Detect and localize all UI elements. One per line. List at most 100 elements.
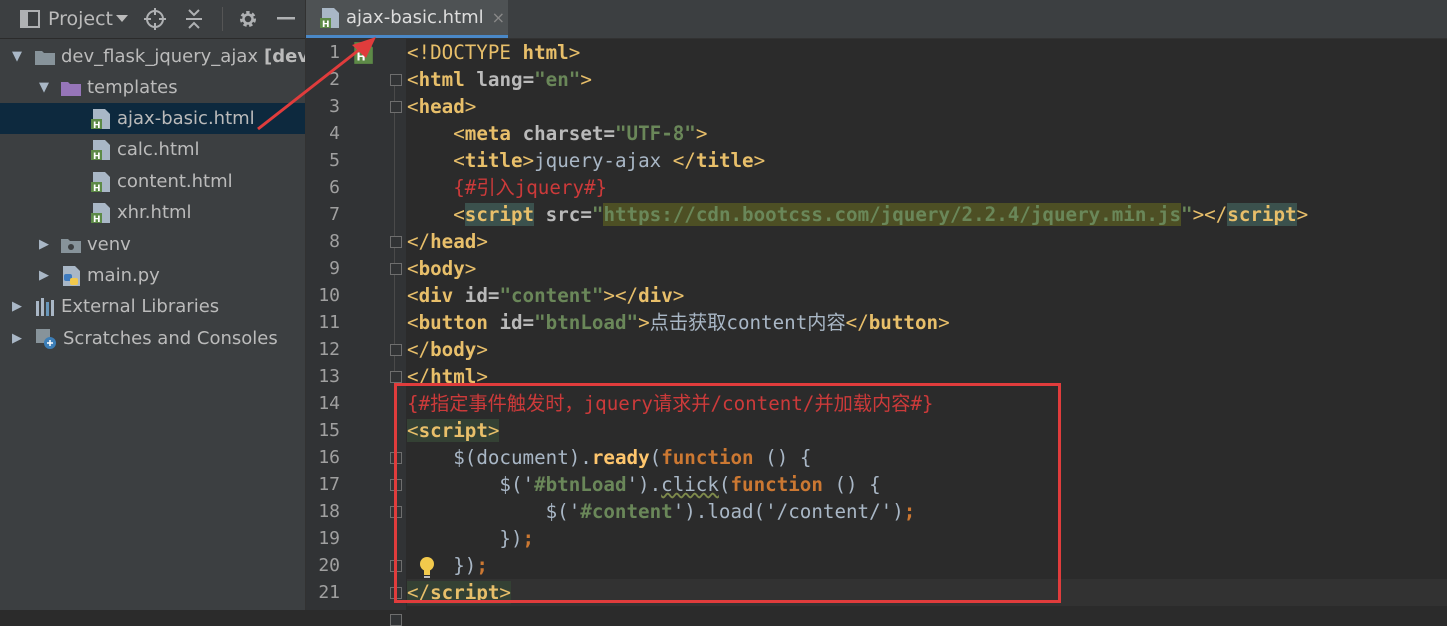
code-token: ). bbox=[568, 446, 592, 469]
tree-item-templates[interactable]: ▼ templates bbox=[0, 72, 305, 103]
line-number: 19 bbox=[318, 528, 340, 549]
project-icon[interactable] bbox=[20, 10, 40, 28]
collapsed-arrow-icon[interactable]: ▶ bbox=[37, 268, 51, 283]
code-line-3: <head> bbox=[407, 93, 1447, 120]
gear-icon[interactable] bbox=[237, 8, 259, 30]
code-token: id bbox=[464, 284, 488, 307]
code-token: < bbox=[407, 257, 419, 280]
tree-item-scratches-and-consoles[interactable]: ▶ Scratches and Consoles bbox=[0, 323, 305, 354]
tree-item-main-py[interactable]: ▶ main.py bbox=[0, 260, 305, 291]
fold-marker-icon[interactable] bbox=[390, 344, 402, 356]
fold-marker-icon[interactable] bbox=[390, 101, 402, 113]
code-token: < bbox=[453, 122, 465, 145]
code-token: </ bbox=[614, 284, 639, 307]
tree-item-dev-flask-jquery-ajax[interactable]: ▼ dev_flask_jquery_ajax [dev_f bbox=[0, 41, 305, 72]
fold-marker-icon[interactable] bbox=[390, 479, 402, 491]
code-token: = bbox=[580, 203, 592, 226]
project-toolbar: Project bbox=[0, 0, 305, 39]
code-token[interactable]: https://cdn.bootcss.com/jquery/2.2.4/jqu… bbox=[603, 203, 1182, 226]
line-number: 4 bbox=[329, 123, 340, 144]
tree-item-calc-html[interactable]: H calc.html bbox=[0, 134, 305, 165]
minimize-icon[interactable] bbox=[277, 17, 296, 21]
close-icon[interactable]: × bbox=[492, 8, 505, 27]
tree-item-branch: [dev_f bbox=[264, 46, 305, 67]
fold-marker-icon[interactable] bbox=[390, 263, 402, 275]
code-token: html bbox=[430, 365, 477, 388]
code-token: > bbox=[753, 149, 766, 172]
line-number: 8 bbox=[329, 231, 340, 252]
project-view-label[interactable]: Project bbox=[48, 8, 113, 30]
fold-marker-icon[interactable] bbox=[390, 587, 402, 599]
tree-item-label: templates bbox=[87, 77, 178, 98]
code-token: < bbox=[407, 284, 419, 307]
line-number: 16 bbox=[318, 447, 340, 468]
line-number: 15 bbox=[318, 420, 340, 441]
fold-marker-icon[interactable] bbox=[390, 236, 402, 248]
code-token: "btnLoad" bbox=[534, 311, 639, 334]
code-line-11: <button id="btnLoad">点击获取content内容</butt… bbox=[407, 309, 1447, 336]
expanded-arrow-icon[interactable]: ▼ bbox=[10, 49, 24, 64]
tree-item-external-libraries[interactable]: ▶ External Libraries bbox=[0, 291, 305, 322]
tree-item-content-html[interactable]: H content.html bbox=[0, 166, 305, 197]
tree-item-venv[interactable]: ▶ venv bbox=[0, 229, 305, 260]
code-token: " bbox=[1181, 203, 1193, 226]
tree-item-ajax-basic-html[interactable]: H ajax-basic.html bbox=[0, 103, 305, 134]
code-token: ( bbox=[718, 473, 731, 496]
code-token: #content bbox=[580, 500, 673, 523]
locate-icon[interactable] bbox=[144, 8, 167, 30]
html-file-icon: H bbox=[91, 139, 111, 161]
code-line-16: $(document).ready(function () { bbox=[407, 444, 1447, 471]
collapsed-arrow-icon[interactable]: ▶ bbox=[10, 299, 24, 314]
fold-marker-icon[interactable] bbox=[390, 560, 402, 572]
code-token: > bbox=[695, 122, 708, 145]
tree-item-xhr-html[interactable]: H xhr.html bbox=[0, 197, 305, 228]
code-token: () { bbox=[822, 473, 881, 496]
chevron-down-icon[interactable] bbox=[116, 15, 129, 23]
fold-marker-icon[interactable] bbox=[390, 506, 402, 518]
code-token: < bbox=[407, 419, 419, 442]
tree-item-label: calc.html bbox=[117, 139, 200, 160]
svg-text:H: H bbox=[93, 184, 101, 193]
code-token: }) bbox=[499, 527, 523, 550]
code-editor[interactable]: H 1 2 3 4 5 6 7 8 9 10 11 12 13 14 15 16… bbox=[306, 39, 1447, 626]
code-line-9: <body> bbox=[407, 255, 1447, 282]
fold-marker-icon[interactable] bbox=[390, 614, 402, 626]
library-icon bbox=[35, 297, 55, 316]
svg-text:H: H bbox=[356, 51, 365, 64]
code-comment: {#引入jquery#} bbox=[453, 176, 608, 199]
code-token: > bbox=[487, 419, 500, 442]
code-line-18: $('#content').load('/content/'); bbox=[407, 498, 1447, 525]
code-token: html bbox=[418, 68, 465, 91]
html-file-icon: H bbox=[91, 171, 111, 193]
code-token: <!DOCTYPE bbox=[407, 41, 523, 64]
editor-tab-bar: H ajax-basic.html × bbox=[306, 0, 1447, 39]
code-token: > bbox=[580, 68, 592, 91]
code-comment: {#指定事件触发时，jquery请求并/content/并加载内容#} bbox=[407, 392, 934, 415]
code-token: < bbox=[407, 68, 419, 91]
code-token: > bbox=[638, 311, 650, 334]
code-line-14: {#指定事件触发时，jquery请求并/content/并加载内容#} bbox=[407, 390, 1447, 417]
code-token: > bbox=[568, 41, 581, 64]
code-token: > bbox=[938, 311, 950, 334]
fold-marker-icon[interactable] bbox=[390, 371, 402, 383]
code-token: = bbox=[522, 68, 535, 91]
code-token: script bbox=[418, 419, 488, 442]
code-token: > bbox=[1296, 203, 1309, 226]
tab-ajax-basic-html[interactable]: H ajax-basic.html × bbox=[306, 0, 508, 38]
collapsed-arrow-icon[interactable]: ▶ bbox=[37, 237, 51, 252]
code-token: load bbox=[707, 500, 754, 523]
code-token: $( bbox=[453, 446, 477, 469]
expanded-arrow-icon[interactable]: ▼ bbox=[37, 80, 51, 95]
code-token: </ bbox=[407, 230, 431, 253]
fold-marker-icon[interactable] bbox=[390, 74, 402, 86]
code-token: > bbox=[476, 230, 488, 253]
collapsed-arrow-icon[interactable]: ▶ bbox=[10, 331, 24, 346]
collapse-icon[interactable] bbox=[184, 8, 204, 30]
code-token: > bbox=[464, 95, 477, 118]
code-token: > bbox=[603, 284, 615, 307]
code-token: html bbox=[522, 41, 569, 64]
code-line-10: <div id="content"></div> bbox=[407, 282, 1447, 309]
code-token: > bbox=[499, 581, 511, 604]
line-number: 14 bbox=[318, 393, 340, 414]
fold-marker-icon[interactable] bbox=[390, 452, 402, 464]
